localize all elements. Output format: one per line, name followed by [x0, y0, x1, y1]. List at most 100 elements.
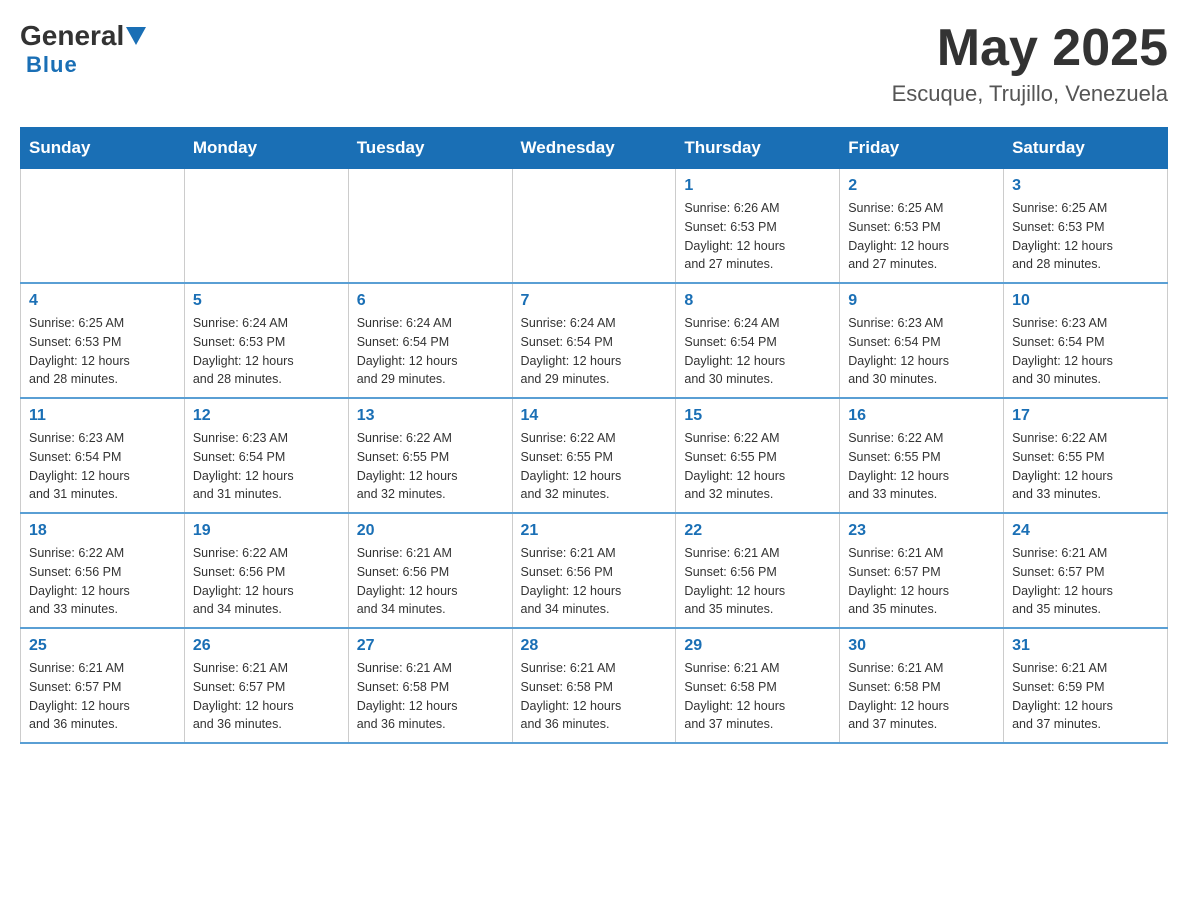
page-header: General Blue May 2025 Escuque, Trujillo,… [20, 20, 1168, 107]
calendar-header-monday: Monday [184, 128, 348, 169]
calendar-cell: 23 Sunrise: 6:21 AMSunset: 6:57 PMDayligh… [840, 513, 1004, 628]
day-info: Sunrise: 6:22 AMSunset: 6:55 PMDaylight:… [1012, 429, 1159, 504]
calendar-week-2: 4 Sunrise: 6:25 AMSunset: 6:53 PMDaylight… [21, 283, 1168, 398]
day-info: Sunrise: 6:22 AMSunset: 6:55 PMDaylight:… [684, 429, 831, 504]
day-info: Sunrise: 6:22 AMSunset: 6:55 PMDaylight:… [357, 429, 504, 504]
calendar-cell [184, 169, 348, 284]
calendar-header-friday: Friday [840, 128, 1004, 169]
day-number: 30 [848, 637, 995, 655]
day-info: Sunrise: 6:23 AMSunset: 6:54 PMDaylight:… [193, 429, 340, 504]
day-info: Sunrise: 6:25 AMSunset: 6:53 PMDaylight:… [29, 314, 176, 389]
calendar-cell: 27 Sunrise: 6:21 AMSunset: 6:58 PMDayligh… [348, 628, 512, 743]
day-info: Sunrise: 6:21 AMSunset: 6:56 PMDaylight:… [521, 544, 668, 619]
day-info: Sunrise: 6:22 AMSunset: 6:56 PMDaylight:… [29, 544, 176, 619]
calendar-cell: 14Sunrise: 6:22 AMSunset: 6:55 PMDayligh… [512, 398, 676, 513]
calendar-cell: 28 Sunrise: 6:21 AMSunset: 6:58 PMDayligh… [512, 628, 676, 743]
day-info: Sunrise: 6:22 AMSunset: 6:56 PMDaylight:… [193, 544, 340, 619]
calendar-cell: 11 Sunrise: 6:23 AMSunset: 6:54 PMDayligh… [21, 398, 185, 513]
day-number: 2 [848, 177, 995, 195]
calendar-cell: 25 Sunrise: 6:21 AMSunset: 6:57 PMDayligh… [21, 628, 185, 743]
day-number: 3 [1012, 177, 1159, 195]
calendar-cell: 24Sunrise: 6:21 AMSunset: 6:57 PMDayligh… [1004, 513, 1168, 628]
calendar-week-4: 18 Sunrise: 6:22 AMSunset: 6:56 PMDayligh… [21, 513, 1168, 628]
day-number: 5 [193, 292, 340, 310]
day-info: Sunrise: 6:21 AMSunset: 6:56 PMDaylight:… [357, 544, 504, 619]
day-number: 20 [357, 522, 504, 540]
calendar-cell [512, 169, 676, 284]
calendar-cell: 18 Sunrise: 6:22 AMSunset: 6:56 PMDayligh… [21, 513, 185, 628]
day-info: Sunrise: 6:24 AMSunset: 6:54 PMDaylight:… [357, 314, 504, 389]
logo-blue-text: Blue [26, 52, 78, 77]
day-number: 21 [521, 522, 668, 540]
calendar-cell: 9Sunrise: 6:23 AMSunset: 6:54 PMDaylight… [840, 283, 1004, 398]
calendar-header-saturday: Saturday [1004, 128, 1168, 169]
day-number: 10 [1012, 292, 1159, 310]
day-number: 31 [1012, 637, 1159, 655]
calendar-cell: 13 Sunrise: 6:22 AMSunset: 6:55 PMDayligh… [348, 398, 512, 513]
day-info: Sunrise: 6:21 AMSunset: 6:59 PMDaylight:… [1012, 659, 1159, 734]
day-number: 26 [193, 637, 340, 655]
day-info: Sunrise: 6:21 AMSunset: 6:58 PMDaylight:… [521, 659, 668, 734]
day-number: 13 [357, 407, 504, 425]
calendar-week-3: 11 Sunrise: 6:23 AMSunset: 6:54 PMDayligh… [21, 398, 1168, 513]
calendar-cell: 16Sunrise: 6:22 AMSunset: 6:55 PMDayligh… [840, 398, 1004, 513]
calendar-cell: 31 Sunrise: 6:21 AMSunset: 6:59 PMDayligh… [1004, 628, 1168, 743]
calendar-cell: 7 Sunrise: 6:24 AMSunset: 6:54 PMDaylight… [512, 283, 676, 398]
calendar-cell: 17 Sunrise: 6:22 AMSunset: 6:55 PMDayligh… [1004, 398, 1168, 513]
calendar-cell: 12 Sunrise: 6:23 AMSunset: 6:54 PMDayligh… [184, 398, 348, 513]
day-info: Sunrise: 6:21 AMSunset: 6:57 PMDaylight:… [29, 659, 176, 734]
day-number: 19 [193, 522, 340, 540]
day-number: 29 [684, 637, 831, 655]
day-info: Sunrise: 6:24 AMSunset: 6:54 PMDaylight:… [521, 314, 668, 389]
calendar-cell: 2 Sunrise: 6:25 AMSunset: 6:53 PMDaylight… [840, 169, 1004, 284]
day-number: 17 [1012, 407, 1159, 425]
day-number: 11 [29, 407, 176, 425]
calendar-cell: 29 Sunrise: 6:21 AMSunset: 6:58 PMDayligh… [676, 628, 840, 743]
calendar-cell: 22 Sunrise: 6:21 AMSunset: 6:56 PMDayligh… [676, 513, 840, 628]
day-info: Sunrise: 6:25 AMSunset: 6:53 PMDaylight:… [848, 199, 995, 274]
day-number: 12 [193, 407, 340, 425]
calendar-cell: 19 Sunrise: 6:22 AMSunset: 6:56 PMDayligh… [184, 513, 348, 628]
day-number: 28 [521, 637, 668, 655]
day-info: Sunrise: 6:25 AMSunset: 6:53 PMDaylight:… [1012, 199, 1159, 274]
day-number: 4 [29, 292, 176, 310]
day-number: 6 [357, 292, 504, 310]
day-info: Sunrise: 6:21 AMSunset: 6:58 PMDaylight:… [357, 659, 504, 734]
day-number: 8 [684, 292, 831, 310]
logo-arrow-icon [126, 27, 146, 45]
calendar-cell [348, 169, 512, 284]
day-info: Sunrise: 6:24 AMSunset: 6:54 PMDaylight:… [684, 314, 831, 389]
month-title: May 2025 [892, 20, 1168, 77]
day-number: 14 [521, 407, 668, 425]
calendar-cell: 1Sunrise: 6:26 AMSunset: 6:53 PMDaylight… [676, 169, 840, 284]
calendar-cell [21, 169, 185, 284]
day-info: Sunrise: 6:23 AMSunset: 6:54 PMDaylight:… [1012, 314, 1159, 389]
day-number: 27 [357, 637, 504, 655]
day-info: Sunrise: 6:23 AMSunset: 6:54 PMDaylight:… [29, 429, 176, 504]
day-number: 18 [29, 522, 176, 540]
day-number: 16 [848, 407, 995, 425]
day-info: Sunrise: 6:21 AMSunset: 6:57 PMDaylight:… [848, 544, 995, 619]
day-info: Sunrise: 6:23 AMSunset: 6:54 PMDaylight:… [848, 314, 995, 389]
calendar-cell: 3 Sunrise: 6:25 AMSunset: 6:53 PMDaylight… [1004, 169, 1168, 284]
day-info: Sunrise: 6:21 AMSunset: 6:57 PMDaylight:… [193, 659, 340, 734]
day-number: 24 [1012, 522, 1159, 540]
calendar-cell: 4 Sunrise: 6:25 AMSunset: 6:53 PMDaylight… [21, 283, 185, 398]
day-number: 25 [29, 637, 176, 655]
logo: General Blue [20, 20, 148, 78]
day-number: 15 [684, 407, 831, 425]
title-area: May 2025 Escuque, Trujillo, Venezuela [892, 20, 1168, 107]
calendar-header-sunday: Sunday [21, 128, 185, 169]
calendar-cell: 10 Sunrise: 6:23 AMSunset: 6:54 PMDayligh… [1004, 283, 1168, 398]
day-number: 22 [684, 522, 831, 540]
day-info: Sunrise: 6:21 AMSunset: 6:56 PMDaylight:… [684, 544, 831, 619]
day-info: Sunrise: 6:21 AMSunset: 6:58 PMDaylight:… [684, 659, 831, 734]
calendar-cell: 21 Sunrise: 6:21 AMSunset: 6:56 PMDayligh… [512, 513, 676, 628]
calendar-cell: 20 Sunrise: 6:21 AMSunset: 6:56 PMDayligh… [348, 513, 512, 628]
calendar-cell: 8 Sunrise: 6:24 AMSunset: 6:54 PMDaylight… [676, 283, 840, 398]
calendar-cell: 30 Sunrise: 6:21 AMSunset: 6:58 PMDayligh… [840, 628, 1004, 743]
day-number: 23 [848, 522, 995, 540]
day-number: 1 [684, 177, 831, 195]
day-number: 7 [521, 292, 668, 310]
day-info: Sunrise: 6:21 AMSunset: 6:58 PMDaylight:… [848, 659, 995, 734]
